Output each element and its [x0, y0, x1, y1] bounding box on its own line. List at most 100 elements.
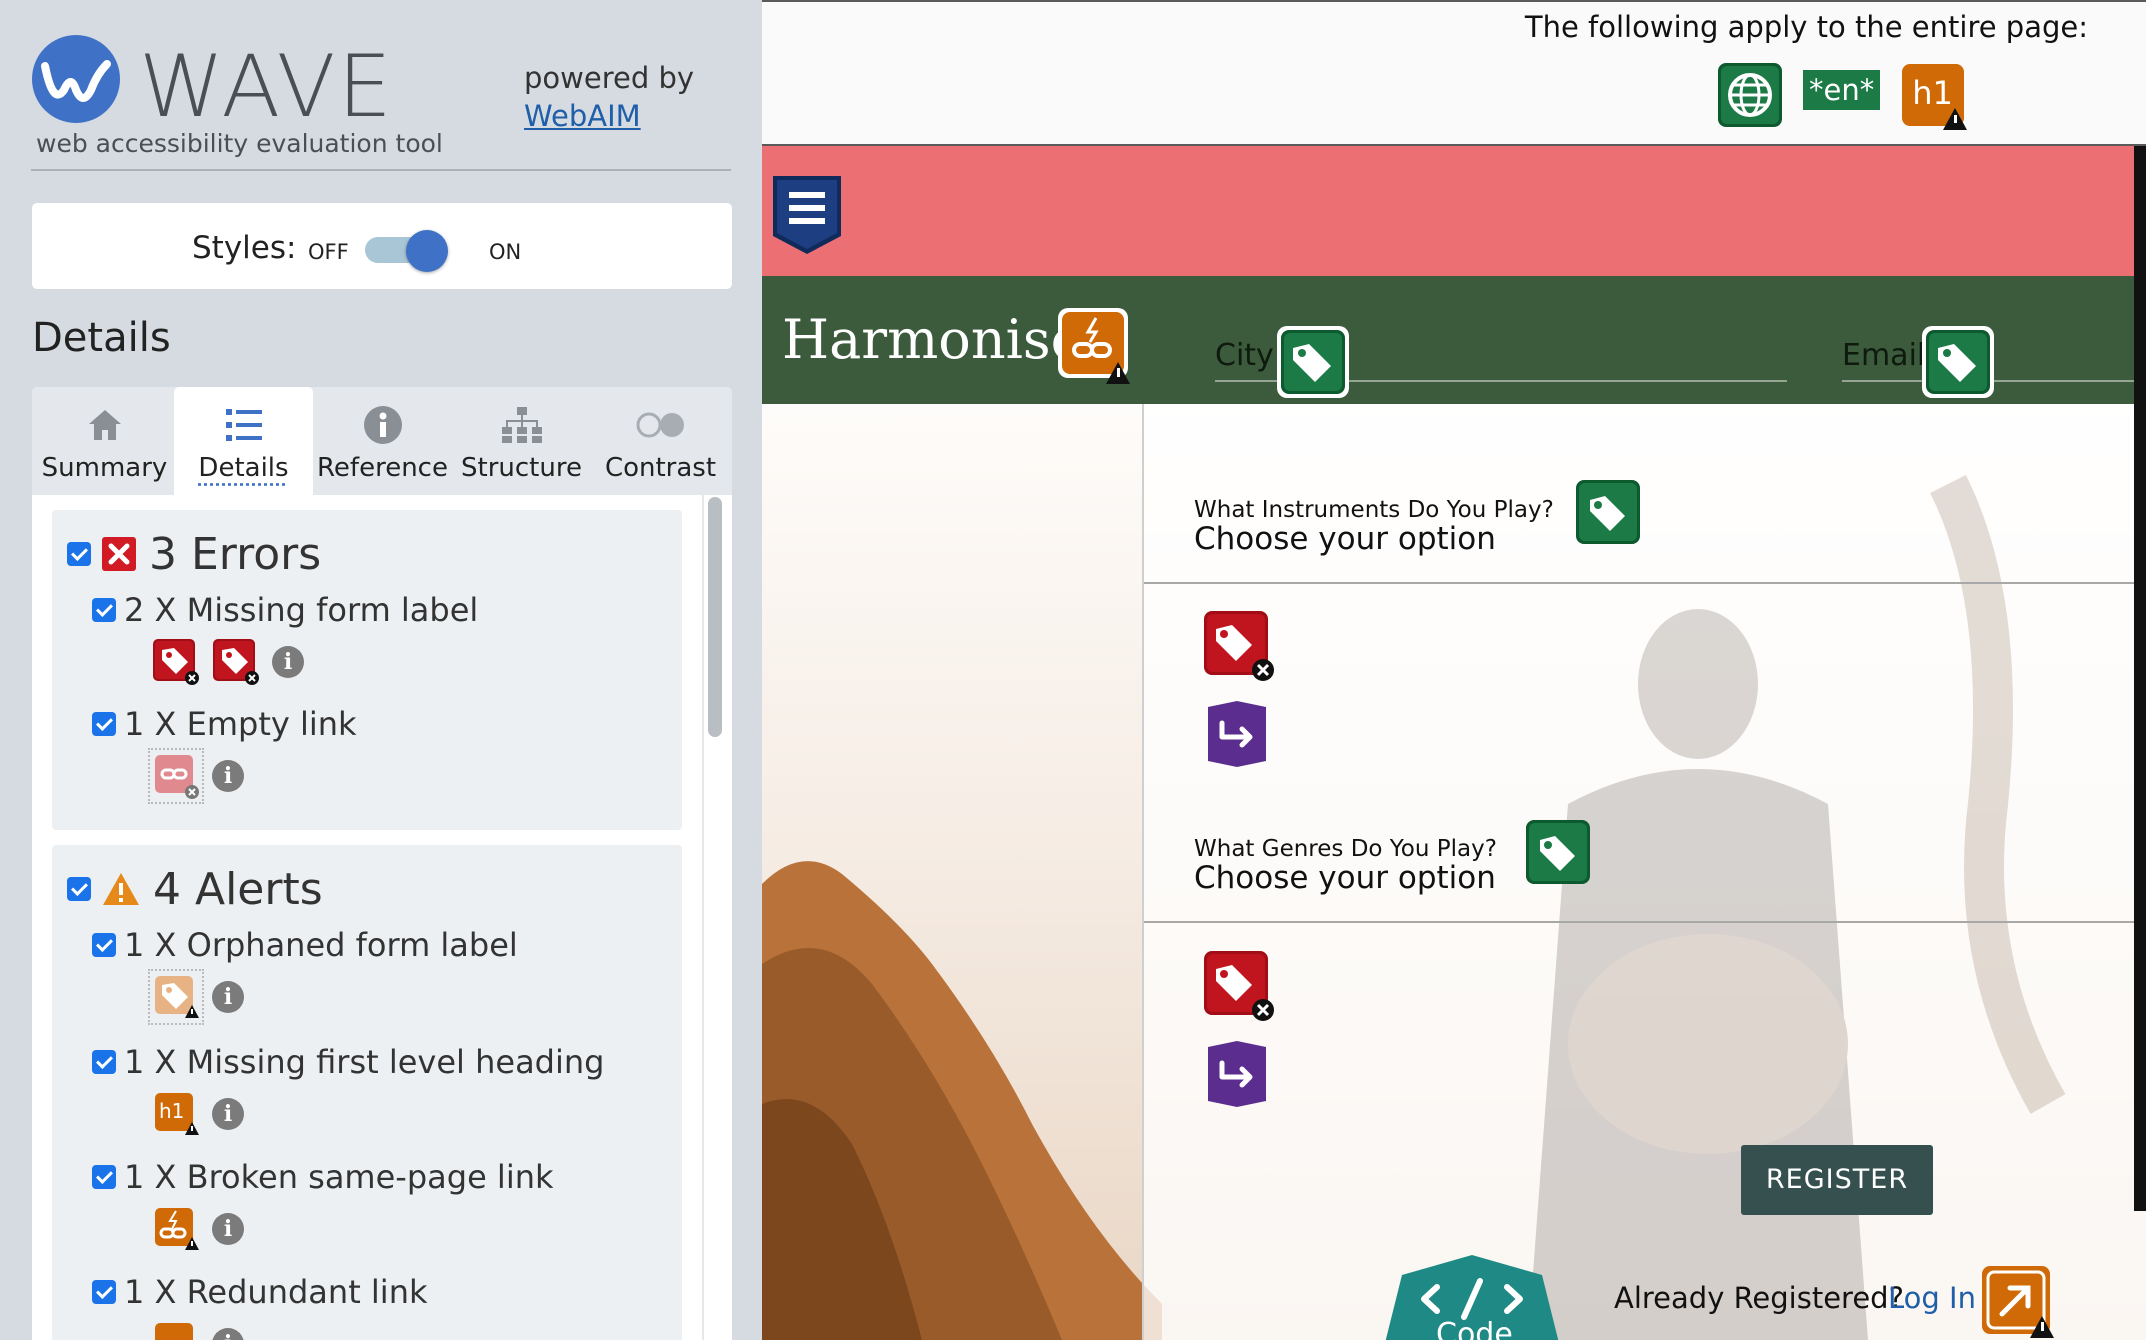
- broken-link-icons: i: [152, 1205, 244, 1253]
- toggle-knob: [406, 230, 448, 272]
- site-title[interactable]: Harmonise: [782, 308, 1083, 371]
- styles-toggle-switch[interactable]: [365, 230, 449, 272]
- alert-item-redundant-link: 1 X Redundant link: [92, 1272, 428, 1312]
- wave-brand: WAVE web accessibility evaluation tool p…: [31, 31, 731, 171]
- broken-link-checkbox[interactable]: [92, 1165, 116, 1189]
- instruments-label-feature-icon[interactable]: [1574, 478, 1642, 546]
- list-icon: [225, 409, 262, 441]
- empty-link-checkbox[interactable]: [92, 712, 116, 736]
- missing-h1-icons: h1 i: [152, 1090, 244, 1138]
- page-scrollbar[interactable]: [2134, 146, 2146, 1211]
- sidebar-scroll-track: [702, 495, 704, 1340]
- home-icon: [88, 410, 121, 440]
- webaim-link[interactable]: WebAIM: [524, 99, 641, 133]
- hillside-image: [762, 861, 1162, 1340]
- alerts-title: 4 Alerts: [153, 863, 323, 915]
- orphaned-label-alert-icon[interactable]: [148, 969, 204, 1025]
- registration-form-panel: What Instruments Do You Play? Choose you…: [1142, 404, 2146, 1340]
- language-globe-icon[interactable]: [1717, 62, 1783, 128]
- instruments-question: What Instruments Do You Play?: [1194, 497, 1554, 523]
- styles-off-label: OFF: [308, 240, 349, 264]
- wave-tagline: web accessibility evaluation tool: [36, 129, 443, 158]
- tab-contrast[interactable]: Contrast: [591, 387, 730, 495]
- email-label: Email: [1842, 338, 1926, 373]
- missing-label-text: 2 X Missing form label: [124, 591, 479, 629]
- tab-reference-label: Reference: [317, 453, 448, 483]
- city-label: City: [1215, 338, 1274, 373]
- login-link[interactable]: Log In: [1888, 1281, 1976, 1315]
- missing-h1-checkbox[interactable]: [92, 1050, 116, 1074]
- language-badge[interactable]: *en*: [1803, 70, 1881, 110]
- empty-link-text: 1 X Empty link: [124, 705, 357, 743]
- missing-label-info-button[interactable]: i: [272, 646, 304, 678]
- aria-arrow-icon[interactable]: [1202, 1039, 1272, 1109]
- info-icon: [363, 406, 402, 444]
- broken-link-alert-icon[interactable]: [152, 1205, 200, 1253]
- wave-logo-icon: [32, 35, 120, 123]
- alert-item-orphaned-label: 1 X Orphaned form label: [92, 925, 518, 965]
- genres-select[interactable]: Choose your option: [1194, 860, 1496, 896]
- redundant-link-icons: i: [152, 1320, 244, 1340]
- broken-link-page-alert-icon[interactable]: [1056, 306, 1132, 386]
- redundant-link-text: 1 X Redundant link: [124, 1273, 428, 1311]
- code-label: Code: [1436, 1317, 1513, 1340]
- alert-triangle-icon: [103, 873, 139, 905]
- orphaned-label-icons: i: [148, 969, 244, 1025]
- redundant-link-page-alert-icon[interactable]: [1980, 1264, 2056, 1340]
- tab-reference[interactable]: Reference: [313, 387, 452, 495]
- errors-header: 3 Errors: [67, 528, 322, 580]
- details-heading: Details: [32, 315, 171, 361]
- h1-alert-icon[interactable]: h1: [152, 1090, 200, 1138]
- broken-link-info-button[interactable]: i: [212, 1213, 244, 1245]
- powered-by-text: powered by: [524, 61, 695, 95]
- alerts-header: 4 Alerts: [67, 863, 323, 915]
- missing-label-error-icon[interactable]: [152, 638, 200, 686]
- genres-label-feature-icon[interactable]: [1524, 818, 1592, 886]
- error-item-empty-link: 1 X Empty link: [92, 704, 357, 744]
- city-label-feature-icon[interactable]: [1275, 324, 1351, 400]
- tab-summary-label: Summary: [41, 453, 168, 483]
- styles-label: Styles:: [192, 230, 297, 266]
- aria-arrow-icon[interactable]: [1202, 699, 1272, 769]
- orphaned-label-info-button[interactable]: i: [212, 981, 244, 1013]
- redundant-link-info-button[interactable]: i: [212, 1328, 244, 1340]
- alerts-checkbox[interactable]: [67, 877, 91, 901]
- email-label-feature-icon[interactable]: [1920, 324, 1996, 400]
- error-x-icon: [102, 537, 136, 571]
- site-header: Harmonise City Email: [762, 276, 2146, 404]
- missing-label-checkbox[interactable]: [92, 598, 116, 622]
- tab-details[interactable]: Details: [174, 387, 313, 495]
- missing-label-error-icon[interactable]: [212, 638, 260, 686]
- instruments-select[interactable]: Choose your option: [1194, 521, 1496, 557]
- missing-h1-info-button[interactable]: i: [212, 1098, 244, 1130]
- tab-contrast-label: Contrast: [604, 453, 717, 483]
- tab-structure[interactable]: Structure: [452, 387, 591, 495]
- top-nav-band: [762, 146, 2146, 276]
- instruments-divider: [1144, 582, 2146, 584]
- missing-label-error-icon[interactable]: [1202, 609, 1276, 683]
- code-toggle-button[interactable]: Code: [1382, 1255, 1562, 1340]
- details-results: 3 Errors 2 X Missing form label i 1 X Em…: [32, 495, 732, 1340]
- h1-page-alert-icon[interactable]: h1: [1900, 62, 1970, 132]
- tab-summary[interactable]: Summary: [35, 387, 174, 495]
- empty-link-info-button[interactable]: i: [212, 760, 244, 792]
- page-wide-caption: The following apply to the entire page:: [1524, 10, 2088, 44]
- styles-on-label: ON: [489, 240, 522, 264]
- h1-page-alert-text: h1: [1912, 74, 1953, 112]
- tab-details-label: Details: [198, 453, 289, 483]
- redundant-link-alert-icon[interactable]: [152, 1320, 200, 1340]
- styles-toggle-panel: Styles: OFF ON: [32, 203, 732, 289]
- alert-item-broken-link: 1 X Broken same-page link: [92, 1157, 554, 1197]
- errors-checkbox[interactable]: [67, 542, 91, 566]
- empty-link-error-icon[interactable]: [148, 748, 204, 804]
- redundant-link-checkbox[interactable]: [92, 1280, 116, 1304]
- empty-link-icons: i: [148, 748, 244, 804]
- errors-title: 3 Errors: [149, 528, 322, 580]
- h1-alert-icon-text: h1: [159, 1099, 185, 1123]
- register-button[interactable]: REGISTER: [1741, 1145, 1933, 1215]
- missing-label-icons: i: [152, 638, 304, 686]
- sidebar-scrollbar[interactable]: [708, 497, 722, 737]
- navigation-structure-icon[interactable]: [767, 172, 847, 258]
- orphaned-label-checkbox[interactable]: [92, 933, 116, 957]
- missing-label-error-icon[interactable]: [1202, 949, 1276, 1023]
